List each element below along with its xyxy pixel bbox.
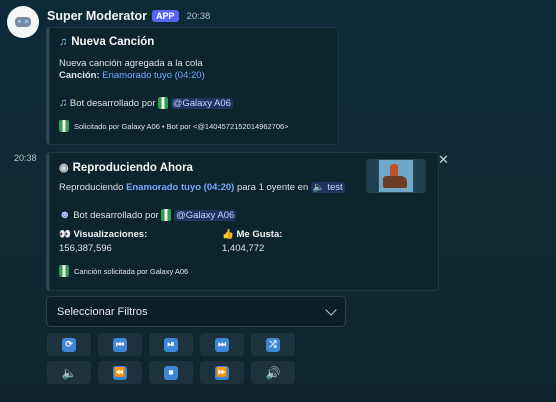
select-placeholder: Seleccionar Filtros	[57, 305, 148, 318]
mention-avatar	[161, 209, 172, 222]
filters-select[interactable]: Seleccionar Filtros	[46, 296, 346, 327]
channel-mention[interactable]: 🔈 test	[310, 182, 345, 193]
embed-footer: Solicitado por Galaxy A06 • Bot por <@14…	[59, 120, 289, 132]
fast-forward-icon: ⏩	[215, 365, 229, 380]
username[interactable]: Super Moderator	[47, 9, 147, 23]
footer-avatar	[59, 265, 69, 277]
robot-avatar-icon	[15, 17, 31, 27]
repeat-button[interactable]: ⟳	[47, 333, 91, 356]
timestamp: 20:38	[186, 10, 211, 22]
song-link[interactable]: Enamorado tuyo (04:20)	[126, 182, 234, 193]
speaker-icon: 🔈	[312, 182, 325, 193]
shuffle-button[interactable]: ⤮	[251, 333, 295, 356]
shuffle-icon: ⤮	[266, 337, 280, 352]
views-field: 👀 Visualizaciones: 156,387,596	[59, 229, 148, 254]
likes-field: 👍 Me Gusta: 1,404,772	[222, 229, 283, 254]
user-mention[interactable]: @Galaxy A06	[170, 98, 233, 109]
song-thumbnail[interactable]	[366, 159, 426, 193]
stop-button[interactable]: ⏹	[149, 361, 193, 384]
song-line: Canción: Enamorado tuyo (04:20)	[59, 70, 205, 81]
play-pause-icon: ⏯	[164, 337, 178, 352]
thumbs-up-icon: 👍	[222, 229, 234, 240]
chevron-down-icon	[325, 303, 337, 316]
embed-title: ♫ Nueva Canción	[59, 36, 155, 48]
next-button[interactable]: ⏭	[200, 333, 244, 356]
dev-line: ☻ Bot desarrollado por @Galaxy A06	[59, 209, 237, 222]
likes-value: 1,404,772	[222, 243, 265, 254]
footer-avatar	[59, 120, 69, 132]
embed-footer: Canción solicitada por Galaxy A06	[59, 265, 188, 277]
dev-line: ♫ Bot desarrollado por @Galaxy A06	[59, 97, 233, 110]
rewind-button[interactable]: ⏪	[98, 361, 142, 384]
next-track-icon: ⏭	[215, 337, 229, 352]
embed-description: Nueva canción agregada a la cola	[59, 58, 203, 69]
disc-icon: ◉	[59, 162, 69, 174]
notes-icon: ♫	[59, 36, 68, 48]
user-mention[interactable]: @Galaxy A06	[174, 210, 237, 221]
app-badge: APP	[152, 10, 179, 22]
volume-up-button[interactable]: 🔊	[251, 361, 295, 384]
speaker-high-icon: 🔊	[265, 365, 281, 380]
eyes-icon: 👀	[59, 229, 71, 240]
bot-avatar[interactable]	[7, 6, 39, 38]
robot-icon: ☻	[59, 209, 71, 221]
previous-button[interactable]: ⏮	[98, 333, 142, 356]
embed-reproduciendo: ◉ Reproduciendo Ahora Reproduciendo Enam…	[46, 152, 439, 291]
speaker-low-icon: 🔈	[61, 365, 77, 380]
now-playing-line: Reproduciendo Enamorado tuyo (04:20) par…	[59, 182, 345, 193]
play-pause-button[interactable]: ⏯	[149, 333, 193, 356]
message-header: Super Moderator APP 20:38	[47, 9, 210, 23]
forward-button[interactable]: ⏩	[200, 361, 244, 384]
views-value: 156,387,596	[59, 243, 112, 254]
embed-title: ◉ Reproduciendo Ahora	[59, 161, 193, 175]
message-timestamp: 20:38	[14, 153, 37, 163]
embed-nueva-cancion: ♫ Nueva Canción Nueva canción agregada a…	[46, 27, 339, 145]
notes-icon: ♫	[59, 97, 68, 109]
song-link[interactable]: Enamorado tuyo (04:20)	[102, 70, 204, 81]
close-icon[interactable]: ✕	[438, 152, 449, 168]
rewind-icon: ⏪	[113, 365, 127, 380]
mention-avatar	[158, 97, 169, 110]
previous-track-icon: ⏮	[113, 337, 127, 352]
stop-icon: ⏹	[164, 365, 178, 380]
repeat-icon: ⟳	[62, 337, 76, 352]
volume-down-button[interactable]: 🔈	[47, 361, 91, 384]
